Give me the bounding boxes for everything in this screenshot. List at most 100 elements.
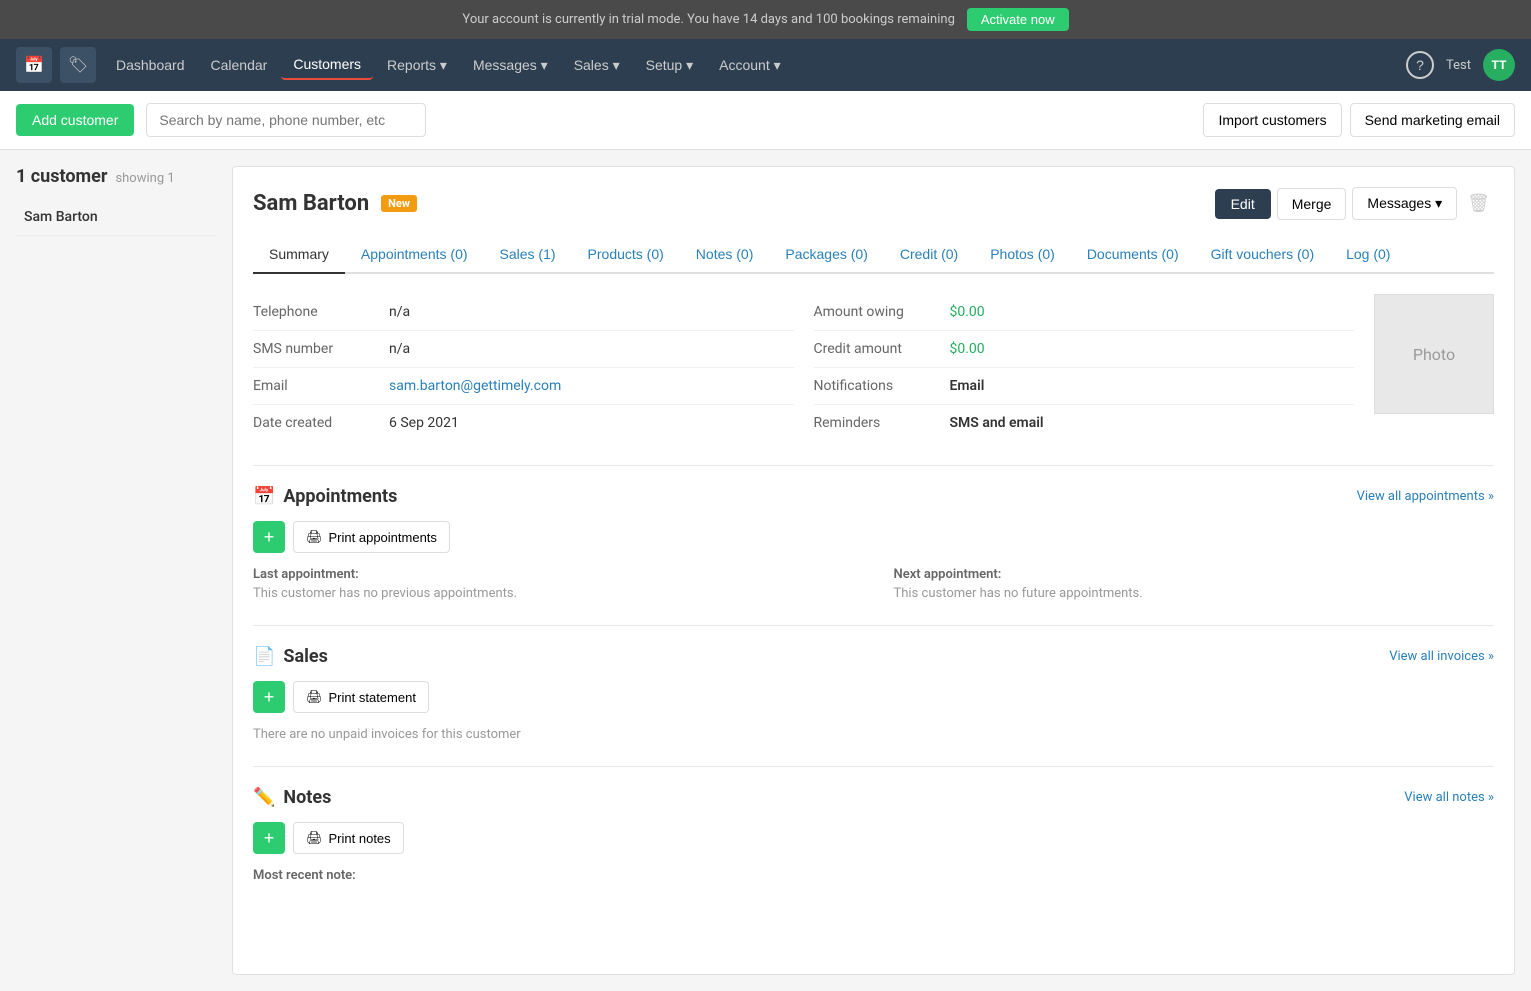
credit-amount-row: Credit amount $0.00 <box>814 331 1355 368</box>
import-customers-button[interactable]: Import customers <box>1203 103 1341 137</box>
trial-banner: Your account is currently in trial mode.… <box>0 0 1531 39</box>
add-note-button[interactable]: + <box>253 822 285 854</box>
date-created-label: Date created <box>253 415 373 431</box>
add-sale-button[interactable]: + <box>253 681 285 713</box>
tab-summary[interactable]: Summary <box>253 236 345 274</box>
last-appointment-col: Last appointment: This customer has no p… <box>253 567 854 601</box>
last-appointment-value: This customer has no previous appointmen… <box>253 586 854 601</box>
summary-left: Telephone n/a SMS number n/a Email sam.b… <box>253 294 794 441</box>
notes-actions: + 🖨 Print notes <box>253 822 1494 854</box>
reminders-value: SMS and email <box>950 415 1044 431</box>
tabs: Summary Appointments (0) Sales (1) Produ… <box>253 236 1494 274</box>
tab-log[interactable]: Log (0) <box>1330 236 1406 274</box>
summary-right: Amount owing $0.00 Credit amount $0.00 N… <box>814 294 1355 441</box>
nav-messages[interactable]: Messages ▾ <box>461 51 560 80</box>
notifications-row: Notifications Email <box>814 368 1355 405</box>
print-appointments-button[interactable]: 🖨 Print appointments <box>293 521 450 553</box>
print-statement-button[interactable]: 🖨 Print statement <box>293 681 429 713</box>
tab-packages[interactable]: Packages (0) <box>769 236 883 274</box>
printer-icon-notes: 🖨 <box>306 830 323 846</box>
messages-dropdown-button[interactable]: Messages ▾ <box>1352 187 1457 220</box>
new-badge: New <box>381 195 417 212</box>
next-appointment-col: Next appointment: This customer has no f… <box>894 567 1495 601</box>
sales-header: 📄 Sales View all invoices » <box>253 646 1494 667</box>
email-label: Email <box>253 378 373 394</box>
next-appointment-label: Next appointment: <box>894 567 1495 582</box>
tag-icon-btn[interactable]: 🏷 <box>60 47 96 83</box>
tab-photos[interactable]: Photos (0) <box>974 236 1071 274</box>
notifications-label: Notifications <box>814 378 934 394</box>
search-input[interactable] <box>146 103 426 137</box>
nav-account[interactable]: Account ▾ <box>707 51 793 80</box>
help-button[interactable]: ? <box>1406 51 1434 79</box>
nav-calendar[interactable]: Calendar <box>199 51 280 79</box>
delete-button[interactable]: 🗑 <box>1463 189 1494 218</box>
tab-gift-vouchers[interactable]: Gift vouchers (0) <box>1195 236 1330 274</box>
printer-icon-sales: 🖨 <box>306 689 323 705</box>
sms-row: SMS number n/a <box>253 331 794 368</box>
sidebar-header: 1 customer showing 1 <box>16 166 216 187</box>
toolbar-right: Import customers Send marketing email <box>1203 103 1515 137</box>
nav-setup[interactable]: Setup ▾ <box>634 51 706 80</box>
photo-label: Photo <box>1413 345 1455 364</box>
edit-button[interactable]: Edit <box>1215 189 1271 219</box>
telephone-value: n/a <box>389 304 410 320</box>
nav-right: ? Test TT <box>1406 49 1515 81</box>
list-item[interactable]: Sam Barton <box>16 199 216 236</box>
nav-customers[interactable]: Customers <box>281 50 373 80</box>
appointments-actions: + 🖨 Print appointments <box>253 521 1494 553</box>
send-marketing-button[interactable]: Send marketing email <box>1350 103 1515 137</box>
calendar-icon-btn[interactable]: 📅 <box>16 47 52 83</box>
tab-products[interactable]: Products (0) <box>572 236 680 274</box>
customer-list: Sam Barton <box>16 199 216 236</box>
summary-content: Telephone n/a SMS number n/a Email sam.b… <box>253 294 1494 441</box>
trial-message: Your account is currently in trial mode.… <box>462 12 954 27</box>
notifications-value: Email <box>950 378 985 394</box>
customer-name: Sam Barton <box>253 191 369 216</box>
amount-owing-label: Amount owing <box>814 304 934 320</box>
nav-reports[interactable]: Reports ▾ <box>375 51 459 80</box>
amount-owing-row: Amount owing $0.00 <box>814 294 1355 331</box>
notes-header: ✏️ Notes View all notes » <box>253 787 1494 808</box>
activate-button[interactable]: Activate now <box>967 8 1069 31</box>
detail-panel: Sam Barton New Edit Merge Messages ▾ 🗑 S… <box>232 166 1515 975</box>
notes-title: ✏️ Notes <box>253 787 331 808</box>
view-all-invoices-link[interactable]: View all invoices » <box>1389 649 1494 664</box>
sales-actions: + 🖨 Print statement <box>253 681 1494 713</box>
amount-owing-value: $0.00 <box>950 304 985 320</box>
appointments-title: 📅 Appointments <box>253 486 397 507</box>
email-row: Email sam.barton@gettimely.com <box>253 368 794 405</box>
nav-sales[interactable]: Sales ▾ <box>562 51 632 80</box>
nav-dashboard[interactable]: Dashboard <box>104 51 197 79</box>
tab-appointments[interactable]: Appointments (0) <box>345 236 484 274</box>
nav-links: Dashboard Calendar Customers Reports ▾ M… <box>104 50 1402 80</box>
credit-amount-value: $0.00 <box>950 341 985 357</box>
reminders-row: Reminders SMS and email <box>814 405 1355 441</box>
merge-button[interactable]: Merge <box>1277 188 1347 220</box>
add-customer-button[interactable]: Add customer <box>16 104 134 136</box>
credit-amount-label: Credit amount <box>814 341 934 357</box>
detail-header: Sam Barton New Edit Merge Messages ▾ 🗑 <box>253 187 1494 220</box>
sidebar: 1 customer showing 1 Sam Barton <box>16 166 216 975</box>
print-notes-button[interactable]: 🖨 Print notes <box>293 822 404 854</box>
sms-label: SMS number <box>253 341 373 357</box>
top-nav: 📅 🏷 Dashboard Calendar Customers Reports… <box>0 39 1531 91</box>
customer-count: 1 customer <box>16 166 107 187</box>
tab-documents[interactable]: Documents (0) <box>1071 236 1195 274</box>
printer-icon: 🖨 <box>306 529 323 545</box>
appointments-section: 📅 Appointments View all appointments » +… <box>253 465 1494 601</box>
next-appointment-value: This customer has no future appointments… <box>894 586 1495 601</box>
add-appointment-button[interactable]: + <box>253 521 285 553</box>
tab-notes[interactable]: Notes (0) <box>680 236 770 274</box>
tab-sales[interactable]: Sales (1) <box>484 236 572 274</box>
telephone-label: Telephone <box>253 304 373 320</box>
customer-photo: Photo <box>1374 294 1494 414</box>
sales-title: 📄 Sales <box>253 646 328 667</box>
appointments-columns: Last appointment: This customer has no p… <box>253 567 1494 601</box>
tab-credit[interactable]: Credit (0) <box>884 236 974 274</box>
document-icon: 📄 <box>253 646 275 667</box>
view-all-notes-link[interactable]: View all notes » <box>1404 790 1494 805</box>
email-value[interactable]: sam.barton@gettimely.com <box>389 378 561 394</box>
view-all-appointments-link[interactable]: View all appointments » <box>1357 489 1494 504</box>
sales-section: 📄 Sales View all invoices » + 🖨 Print st… <box>253 625 1494 742</box>
